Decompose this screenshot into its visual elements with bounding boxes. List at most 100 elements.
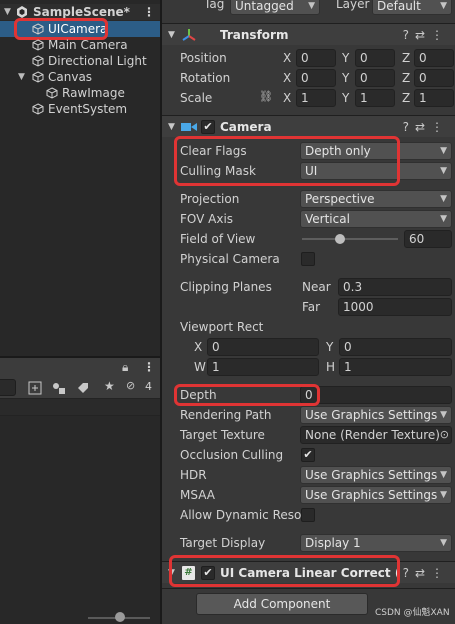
scale-x-field[interactable]: 1 (296, 89, 336, 107)
rotation-z-field[interactable]: 0 (414, 69, 454, 87)
chevron-down-icon: ▼ (308, 1, 315, 11)
viewport-x-field[interactable]: 0 (207, 338, 319, 356)
help-icon[interactable]: ? (403, 28, 415, 42)
asset-store-icon[interactable] (28, 381, 42, 395)
rotation-x-field[interactable]: 0 (296, 69, 336, 87)
target-display-value: Display 1 (305, 536, 361, 550)
transform-header[interactable]: ▼ Transform ?⇄⋮ (162, 23, 455, 45)
preset-icon[interactable]: ⇄ (415, 120, 431, 134)
add-component-button[interactable]: Add Component (196, 593, 368, 615)
fov-slider-track[interactable] (302, 238, 398, 240)
scale-z-field[interactable]: 1 (414, 89, 454, 107)
fold-arrow-icon[interactable]: ▼ (168, 24, 175, 46)
scale-y-field[interactable]: 1 (355, 89, 395, 107)
fov-slider-handle[interactable] (335, 234, 346, 244)
context-menu-icon[interactable]: ⋮ (431, 120, 449, 134)
clipping-planes-label: Clipping Planes (180, 280, 272, 294)
target-texture-field[interactable]: None (Render Texture) ⊙ (300, 426, 452, 444)
depth-field[interactable]: 0 (300, 386, 452, 404)
component-header-icons[interactable]: ?⇄⋮ (403, 24, 449, 46)
component-header-icons[interactable]: ?⇄⋮ (403, 116, 449, 138)
axis-x-label: X (283, 51, 292, 65)
transform-title: Transform (220, 28, 289, 42)
projection-dropdown[interactable]: Perspective ▼ (300, 190, 452, 208)
tag-value: Untagged (235, 0, 294, 13)
rendering-path-label: Rendering Path (180, 408, 272, 422)
fov-axis-dropdown[interactable]: Vertical ▼ (300, 210, 452, 228)
axis-y-label: Y (342, 71, 350, 85)
object-picker-icon[interactable]: ⊙ (440, 427, 449, 443)
zoom-slider-handle[interactable] (115, 612, 125, 622)
hierarchy-item-label: Directional Light (48, 54, 147, 68)
rendering-path-value: Use Graphics Settings (305, 408, 438, 422)
viewport-h-field[interactable]: 1 (339, 358, 452, 376)
position-z-field[interactable]: 0 (414, 49, 454, 67)
hdr-dropdown[interactable]: Use Graphics Settings ▼ (300, 466, 452, 484)
viewport-y-field[interactable]: 0 (339, 338, 452, 356)
hierarchy-item-rawimage[interactable]: RawImage (0, 85, 160, 101)
project-toolbar: ★ ⊘ 4 (0, 378, 160, 398)
clear-flags-dropdown[interactable]: Depth only ▼ (300, 142, 452, 160)
hidden-eye-icon[interactable]: ⊘ (126, 379, 135, 392)
fold-arrow-icon[interactable]: ▼ (18, 69, 25, 85)
allow-dynamic-resolution-checkbox[interactable] (301, 508, 315, 522)
msaa-dropdown[interactable]: Use Graphics Settings ▼ (300, 486, 452, 504)
filter-type-icon[interactable] (52, 381, 66, 395)
occlusion-culling-label: Occlusion Culling (180, 448, 284, 462)
viewport-h-label: H (326, 360, 336, 374)
fold-arrow-icon[interactable]: ▼ (168, 562, 175, 584)
target-display-dropdown[interactable]: Display 1 ▼ (300, 534, 452, 552)
tag-label: Tag (204, 0, 225, 11)
hierarchy-item-eventsystem[interactable]: EventSystem (0, 101, 160, 117)
axis-x-label: X (283, 91, 292, 105)
unity-scene-icon (17, 6, 27, 18)
occlusion-culling-checkbox[interactable]: ✔ (301, 448, 315, 462)
search-field[interactable] (0, 379, 16, 396)
far-field[interactable]: 1000 (338, 298, 452, 316)
fold-arrow-icon[interactable]: ▼ (4, 4, 11, 20)
hierarchy-item-directional-light[interactable]: Directional Light (0, 53, 160, 69)
preset-icon[interactable]: ⇄ (415, 28, 431, 42)
help-icon[interactable]: ? (403, 566, 415, 580)
viewport-w-field[interactable]: 1 (207, 358, 319, 376)
physical-camera-checkbox[interactable] (301, 252, 315, 266)
axis-x-label: X (283, 71, 292, 85)
camera-icon (181, 123, 197, 131)
msaa-label: MSAA (180, 488, 215, 502)
script-component-title: UI Camera Linear Correct (Sci (220, 566, 398, 580)
chevron-down-icon: ▼ (440, 214, 447, 224)
rendering-path-dropdown[interactable]: Use Graphics Settings ▼ (300, 406, 452, 424)
lock-icon[interactable]: 🔒︎ (122, 360, 128, 375)
fold-arrow-icon[interactable]: ▼ (168, 116, 175, 138)
layer-dropdown[interactable]: Default ▼ (372, 0, 452, 15)
near-field[interactable]: 0.3 (338, 278, 452, 296)
chevron-down-icon: ▼ (440, 490, 447, 500)
culling-mask-dropdown[interactable]: UI ▼ (300, 162, 452, 180)
context-menu-icon[interactable]: ⋮ (431, 566, 449, 580)
scene-row[interactable]: ▼ SampleScene* ⋮ (0, 4, 160, 20)
hierarchy-item-uicamera[interactable]: UICamera (0, 21, 160, 37)
panel-menu-icon[interactable]: ⋮ (143, 360, 155, 374)
scene-menu-icon[interactable]: ⋮ (143, 4, 155, 20)
hierarchy-item-main-camera[interactable]: Main Camera (0, 37, 160, 53)
gameobject-icon (32, 55, 44, 67)
camera-enabled-checkbox[interactable]: ✔ (201, 120, 215, 134)
tag-dropdown[interactable]: Untagged ▼ (230, 0, 320, 15)
camera-header[interactable]: ▼ ✔ Camera ?⇄⋮ (162, 115, 455, 137)
clear-flags-label: Clear Flags (180, 144, 247, 158)
context-menu-icon[interactable]: ⋮ (431, 28, 449, 42)
fov-value-field[interactable]: 60 (404, 230, 452, 248)
help-icon[interactable]: ? (403, 120, 415, 134)
hierarchy-item-canvas[interactable]: ▼ Canvas (0, 69, 160, 85)
script-component-header[interactable]: ▼ # ✔ UI Camera Linear Correct (Sci ?⇄⋮ (162, 561, 455, 583)
chevron-down-icon: ▼ (440, 410, 447, 420)
constrain-link-icon[interactable]: ⛓︎ (259, 90, 273, 103)
script-enabled-checkbox[interactable]: ✔ (201, 566, 215, 580)
preset-icon[interactable]: ⇄ (415, 566, 431, 580)
favorite-star-icon[interactable]: ★ (104, 379, 115, 393)
position-y-field[interactable]: 0 (355, 49, 395, 67)
position-x-field[interactable]: 0 (296, 49, 336, 67)
component-header-icons[interactable]: ?⇄⋮ (403, 562, 449, 584)
label-icon[interactable] (76, 381, 90, 395)
rotation-y-field[interactable]: 0 (355, 69, 395, 87)
